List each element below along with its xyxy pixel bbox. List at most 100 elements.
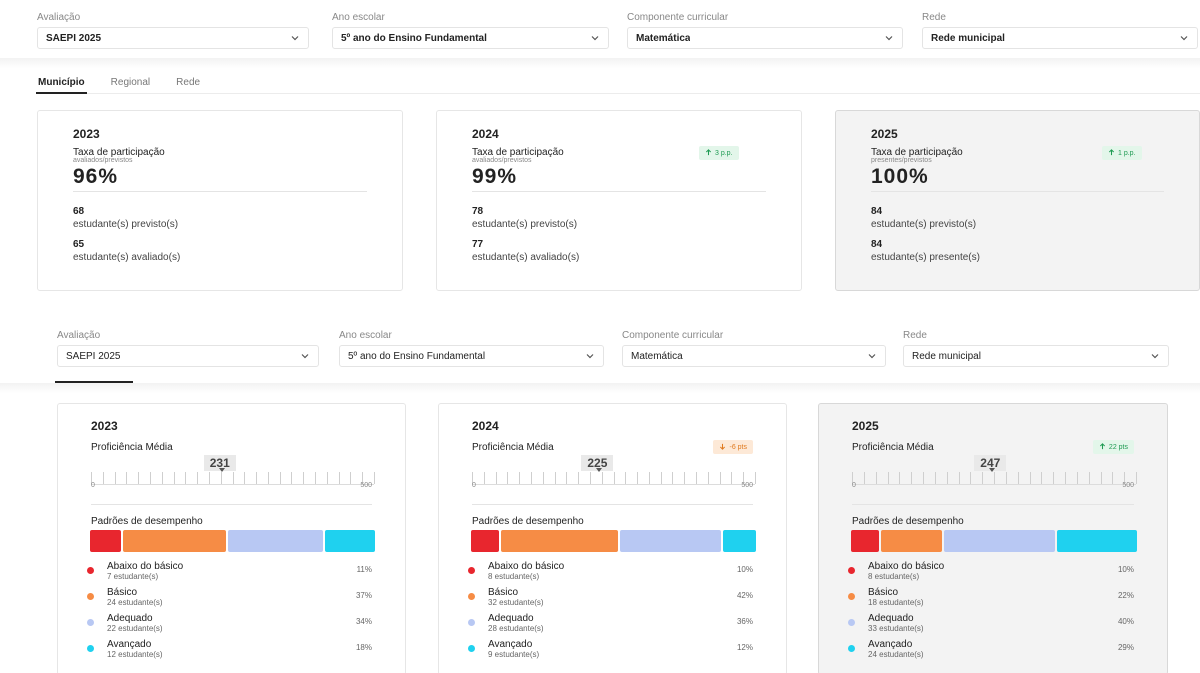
avaliacao-select[interactable]: SAEPI 2025 — [57, 345, 319, 367]
level-count: 33 estudante(s) — [868, 624, 924, 633]
level-percent: 37% — [355, 591, 372, 600]
select-value: Rede municipal — [931, 32, 1005, 44]
scale-max-label: 500 — [360, 482, 372, 489]
proficiency-scale — [852, 468, 1137, 490]
scale-tick — [161, 472, 163, 484]
select-value: Matemática — [631, 350, 683, 362]
scale-tick — [707, 472, 709, 484]
scale-max-label: 500 — [741, 482, 753, 489]
students-expected-count: 84 — [871, 206, 883, 217]
scale-tick — [887, 472, 889, 484]
chevron-down-icon — [884, 33, 894, 43]
scale-tick — [149, 472, 151, 484]
scale-tick — [684, 472, 686, 484]
level-count: 24 estudante(s) — [868, 650, 924, 659]
proficiency-card-2023: 2023 Proficiência Média 231 0 500 Padrões de … — [57, 403, 406, 673]
participation-rate: 100% — [871, 165, 929, 188]
performance-levels-bar — [471, 530, 757, 552]
ano-escolar-select[interactable]: 5º ano do Ensino Fundamental — [339, 345, 604, 367]
scale-tick — [660, 472, 662, 484]
level-count: 24 estudante(s) — [107, 598, 163, 607]
rede-select[interactable]: Rede municipal — [922, 27, 1198, 49]
level-count: 32 estudante(s) — [488, 598, 544, 607]
rede-select[interactable]: Rede municipal — [903, 345, 1169, 367]
filter-label: Rede — [903, 330, 927, 341]
badge-label: 3 p.p. — [715, 149, 733, 157]
scale-tick — [1017, 472, 1019, 484]
rate-subtitle: avaliados/previstos — [472, 157, 532, 164]
participation-rate: 99% — [472, 165, 518, 188]
change-badge: 22 pts — [1092, 440, 1134, 454]
componente-select[interactable]: Matemática — [627, 27, 903, 49]
scale-tick — [863, 472, 865, 484]
divider — [0, 383, 1200, 393]
level-percent: 10% — [736, 565, 753, 574]
proficiency-title: Proficiência Média — [852, 442, 934, 453]
filter-rede: Rede Rede municipal — [922, 12, 1198, 49]
scale-tick — [114, 472, 116, 484]
avaliacao-select[interactable]: SAEPI 2025 — [37, 27, 309, 49]
level-segment-adequado — [227, 530, 323, 552]
scale-tick — [601, 472, 603, 484]
level-count: 18 estudante(s) — [868, 598, 924, 607]
level-percent: 22% — [1117, 591, 1134, 600]
scale-tick — [197, 472, 199, 484]
divider — [472, 504, 753, 505]
scale-tick — [613, 472, 615, 484]
arrow-up-icon — [1099, 442, 1106, 452]
scale-baseline — [91, 484, 374, 485]
scale-tick — [1076, 472, 1078, 484]
students-expected-count: 68 — [73, 206, 85, 217]
rate-subtitle: avaliados/previstos — [73, 157, 133, 164]
level-dot — [468, 567, 475, 574]
scale-tick — [1065, 472, 1066, 484]
level-name: Abaixo do básico — [488, 561, 565, 572]
level-percent: 34% — [355, 617, 372, 626]
performance-levels-title: Padrões de desempenho — [472, 516, 584, 527]
scale-tick — [1100, 472, 1102, 484]
level-dot — [468, 645, 475, 652]
componente-select[interactable]: Matemática — [622, 345, 886, 367]
level-segment-adequado — [620, 530, 721, 552]
level-percent: 18% — [355, 643, 372, 652]
level-dot — [87, 593, 94, 600]
tab-rede[interactable]: Rede — [174, 76, 202, 94]
filter-label: Rede — [922, 12, 946, 23]
level-name: Abaixo do básico — [107, 561, 184, 572]
tab-municipio[interactable]: Município — [36, 76, 87, 94]
participation-rate: 96% — [73, 165, 119, 188]
filter-label: Avaliação — [37, 12, 81, 23]
scale-tick — [315, 472, 317, 484]
level-name: Básico — [488, 587, 519, 598]
ano-escolar-select[interactable]: 5º ano do Ensino Fundamental — [332, 27, 609, 49]
scale-tick — [1112, 472, 1114, 484]
rate-subtitle: presentes/previstos — [871, 157, 932, 164]
scale-tick — [637, 472, 639, 484]
select-value: 5º ano do Ensino Fundamental — [341, 32, 487, 44]
level-segment-abaixo — [851, 530, 879, 552]
chevron-down-icon — [290, 33, 300, 43]
proficiency-title: Proficiência Média — [91, 442, 173, 453]
filter-bar-bottom: Avaliação SAEPI 2025 Ano escolar 5º ano … — [0, 330, 1200, 367]
students-expected-count: 78 — [472, 206, 484, 217]
scale-tick — [1088, 472, 1090, 484]
select-value: Matemática — [636, 32, 691, 44]
tab-regional[interactable]: Regional — [109, 76, 152, 94]
scale-tick — [256, 472, 258, 484]
chevron-down-icon — [1179, 33, 1189, 43]
change-badge: 1 p.p. — [1102, 146, 1142, 160]
students-assessed-count: 77 — [472, 239, 484, 250]
participation-card-2024: 2024 Taxa de participação avaliados/prev… — [436, 110, 802, 291]
scale-tick — [102, 472, 104, 484]
filter-label: Avaliação — [57, 330, 101, 341]
proficiency-title: Proficiência Média — [472, 442, 554, 453]
performance-levels-title: Padrões de desempenho — [852, 516, 964, 527]
arrow-up-icon — [1108, 148, 1115, 158]
arrow-up-icon — [705, 148, 712, 158]
filter-avaliacao: Avaliação SAEPI 2025 — [57, 330, 319, 367]
level-name: Básico — [868, 587, 899, 598]
proficiency-marker — [989, 468, 996, 472]
level-segment-adequado — [943, 530, 1055, 552]
select-value: Rede municipal — [912, 350, 981, 362]
scale-tick — [185, 472, 187, 484]
